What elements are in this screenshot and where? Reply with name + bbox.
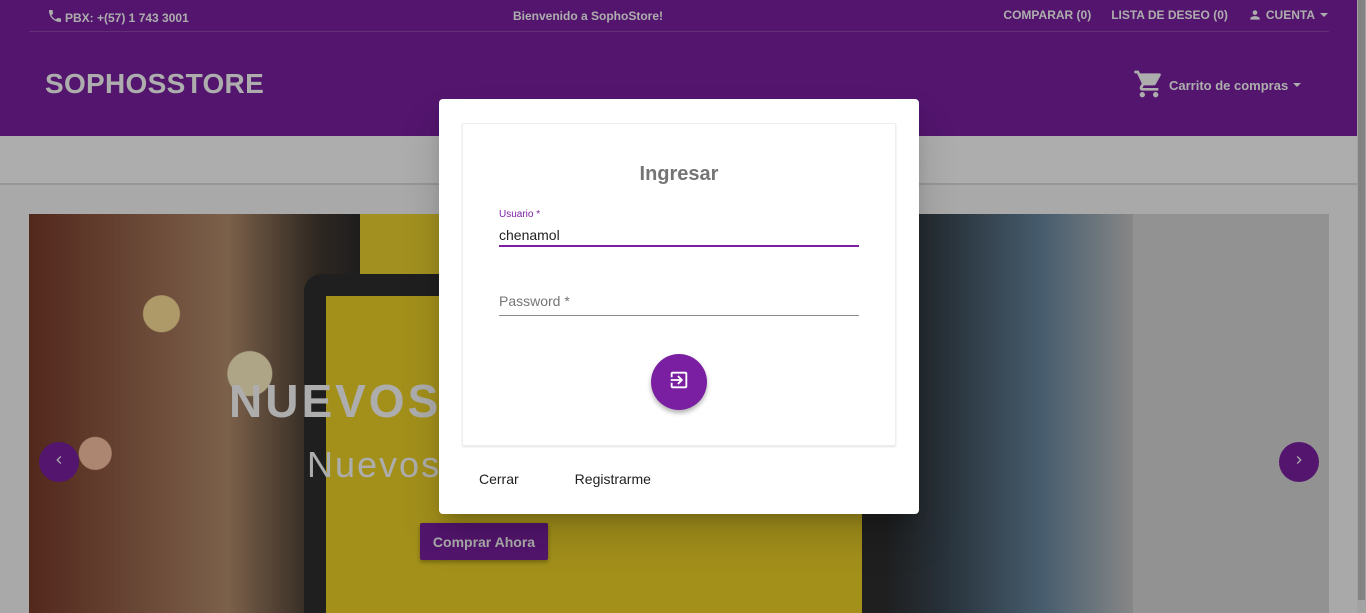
dialog-title: Ingresar: [639, 163, 719, 185]
close-button[interactable]: Cerrar: [463, 469, 535, 489]
register-button[interactable]: Registrarme: [559, 469, 667, 489]
login-dialog: Ingresar Usuario * chenamol Password * C…: [439, 99, 919, 514]
login-icon: [668, 369, 690, 396]
username-underline: [499, 245, 859, 247]
dialog-actions: Cerrar Registrarme: [463, 469, 667, 489]
login-submit-button[interactable]: [651, 354, 707, 410]
username-input[interactable]: chenamol: [499, 221, 859, 243]
password-underline: [499, 315, 859, 316]
password-field[interactable]: Password *: [499, 293, 859, 316]
username-label: Usuario *: [499, 209, 541, 220]
password-input[interactable]: Password *: [499, 293, 859, 313]
username-field[interactable]: Usuario * chenamol: [499, 209, 859, 247]
